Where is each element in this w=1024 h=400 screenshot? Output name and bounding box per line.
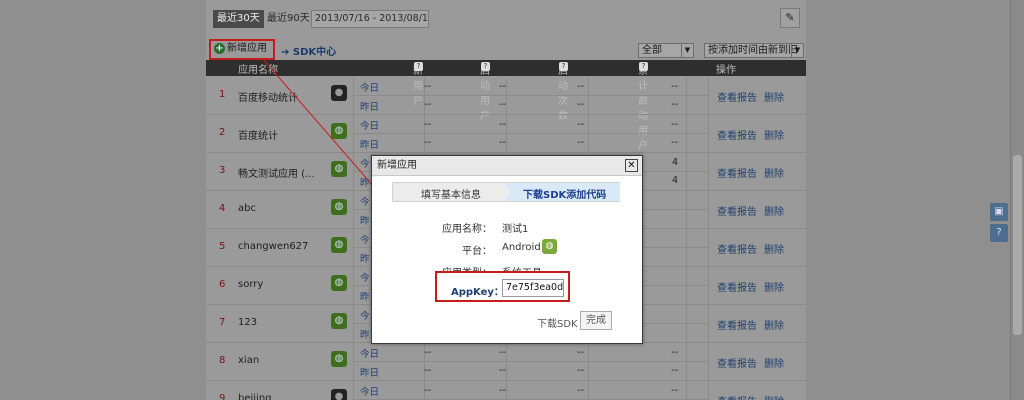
dialog-header: 新增应用 ✕ — [372, 156, 642, 176]
platform-label: 平台： — [462, 246, 492, 257]
step-indicator: 填写基本信息 下载SDK添加代码 — [392, 182, 620, 202]
close-icon[interactable]: ✕ — [625, 159, 638, 172]
add-app-dialog: 新增应用 ✕ 填写基本信息 下载SDK添加代码 应用名称： 测试1 平台： An… — [371, 155, 643, 344]
download-sdk-link[interactable]: 下载SDK — [537, 315, 578, 330]
step-divider — [503, 183, 511, 201]
app-name-value: 测试1 — [502, 224, 529, 235]
platform-value: Android — [502, 242, 541, 253]
appkey-field[interactable]: 7e75f3ea0d — [502, 279, 564, 297]
appkey-label: AppKey： — [451, 287, 504, 298]
dialog-title: 新增应用 — [377, 160, 417, 171]
step-basic-info: 填写基本信息 — [421, 190, 481, 201]
appkey-highlight: AppKey： 7e75f3ea0d — [435, 271, 570, 302]
android-icon: ◍ — [542, 239, 557, 254]
done-button[interactable]: 完成 — [580, 311, 612, 330]
step-download-sdk: 下载SDK添加代码 — [523, 190, 607, 201]
app-name-label: 应用名称： — [442, 224, 492, 235]
